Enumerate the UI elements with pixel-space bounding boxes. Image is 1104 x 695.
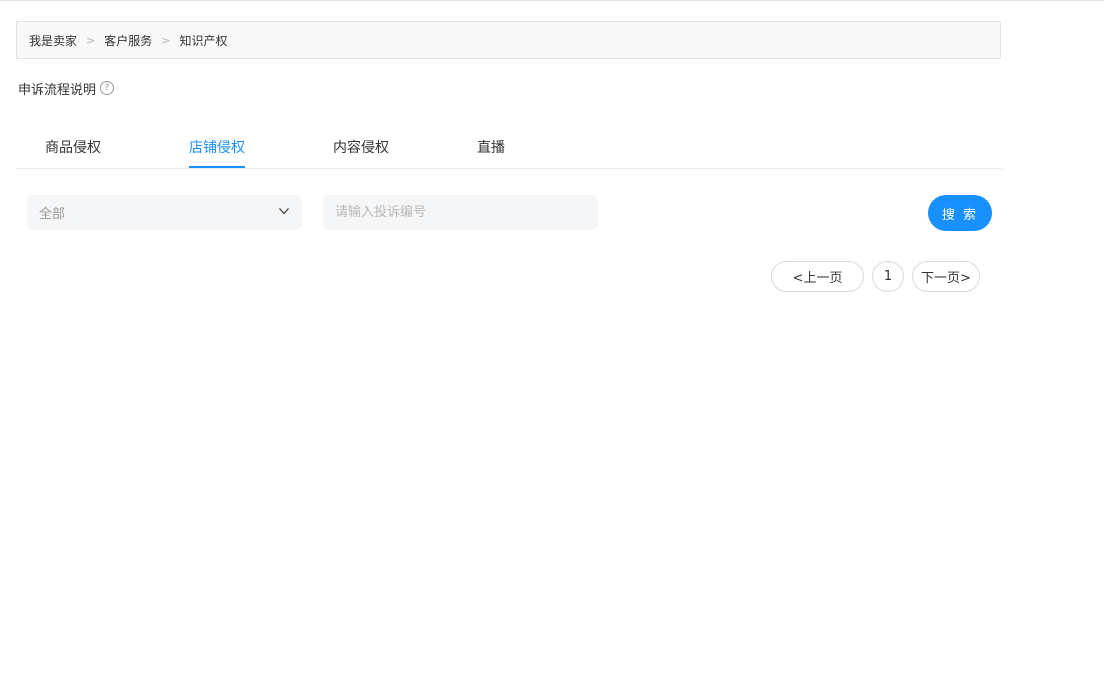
breadcrumb-separator: > (161, 33, 171, 47)
breadcrumb: 我是卖家 > 客户服务 > 知识产权 (16, 21, 1001, 59)
status-select[interactable]: 全部 (27, 195, 302, 230)
tab-content-infringement[interactable]: 内容侵权 (333, 137, 389, 168)
top-divider (0, 0, 1104, 1)
tab-store-infringement[interactable]: 店铺侵权 (189, 137, 245, 168)
tab-live-stream[interactable]: 直播 (477, 137, 505, 168)
breadcrumb-item-ip: 知识产权 (179, 33, 228, 48)
breadcrumb-item-seller[interactable]: 我是卖家 (29, 32, 77, 49)
question-circle-icon[interactable]: ? (100, 81, 115, 95)
chevron-down-icon (278, 208, 290, 215)
tab-product-infringement[interactable]: 商品侵权 (45, 137, 101, 168)
appeal-process-help[interactable]: 申诉流程说明 ? (18, 79, 115, 98)
page-number-button[interactable]: 1 (872, 261, 904, 292)
complaint-number-input[interactable] (323, 195, 598, 230)
next-page-button[interactable]: 下一页> (912, 261, 980, 292)
prev-page-button[interactable]: <上一页 (771, 261, 864, 292)
status-select-value: 全部 (39, 207, 66, 222)
appeal-process-label[interactable]: 申诉流程说明 (18, 79, 96, 98)
breadcrumb-separator: > (86, 33, 96, 47)
breadcrumb-item-customer-service[interactable]: 客户服务 (104, 32, 152, 49)
tab-bar: 商品侵权 店铺侵权 内容侵权 直播 (16, 126, 1002, 169)
search-button[interactable]: 搜 索 (928, 195, 992, 231)
